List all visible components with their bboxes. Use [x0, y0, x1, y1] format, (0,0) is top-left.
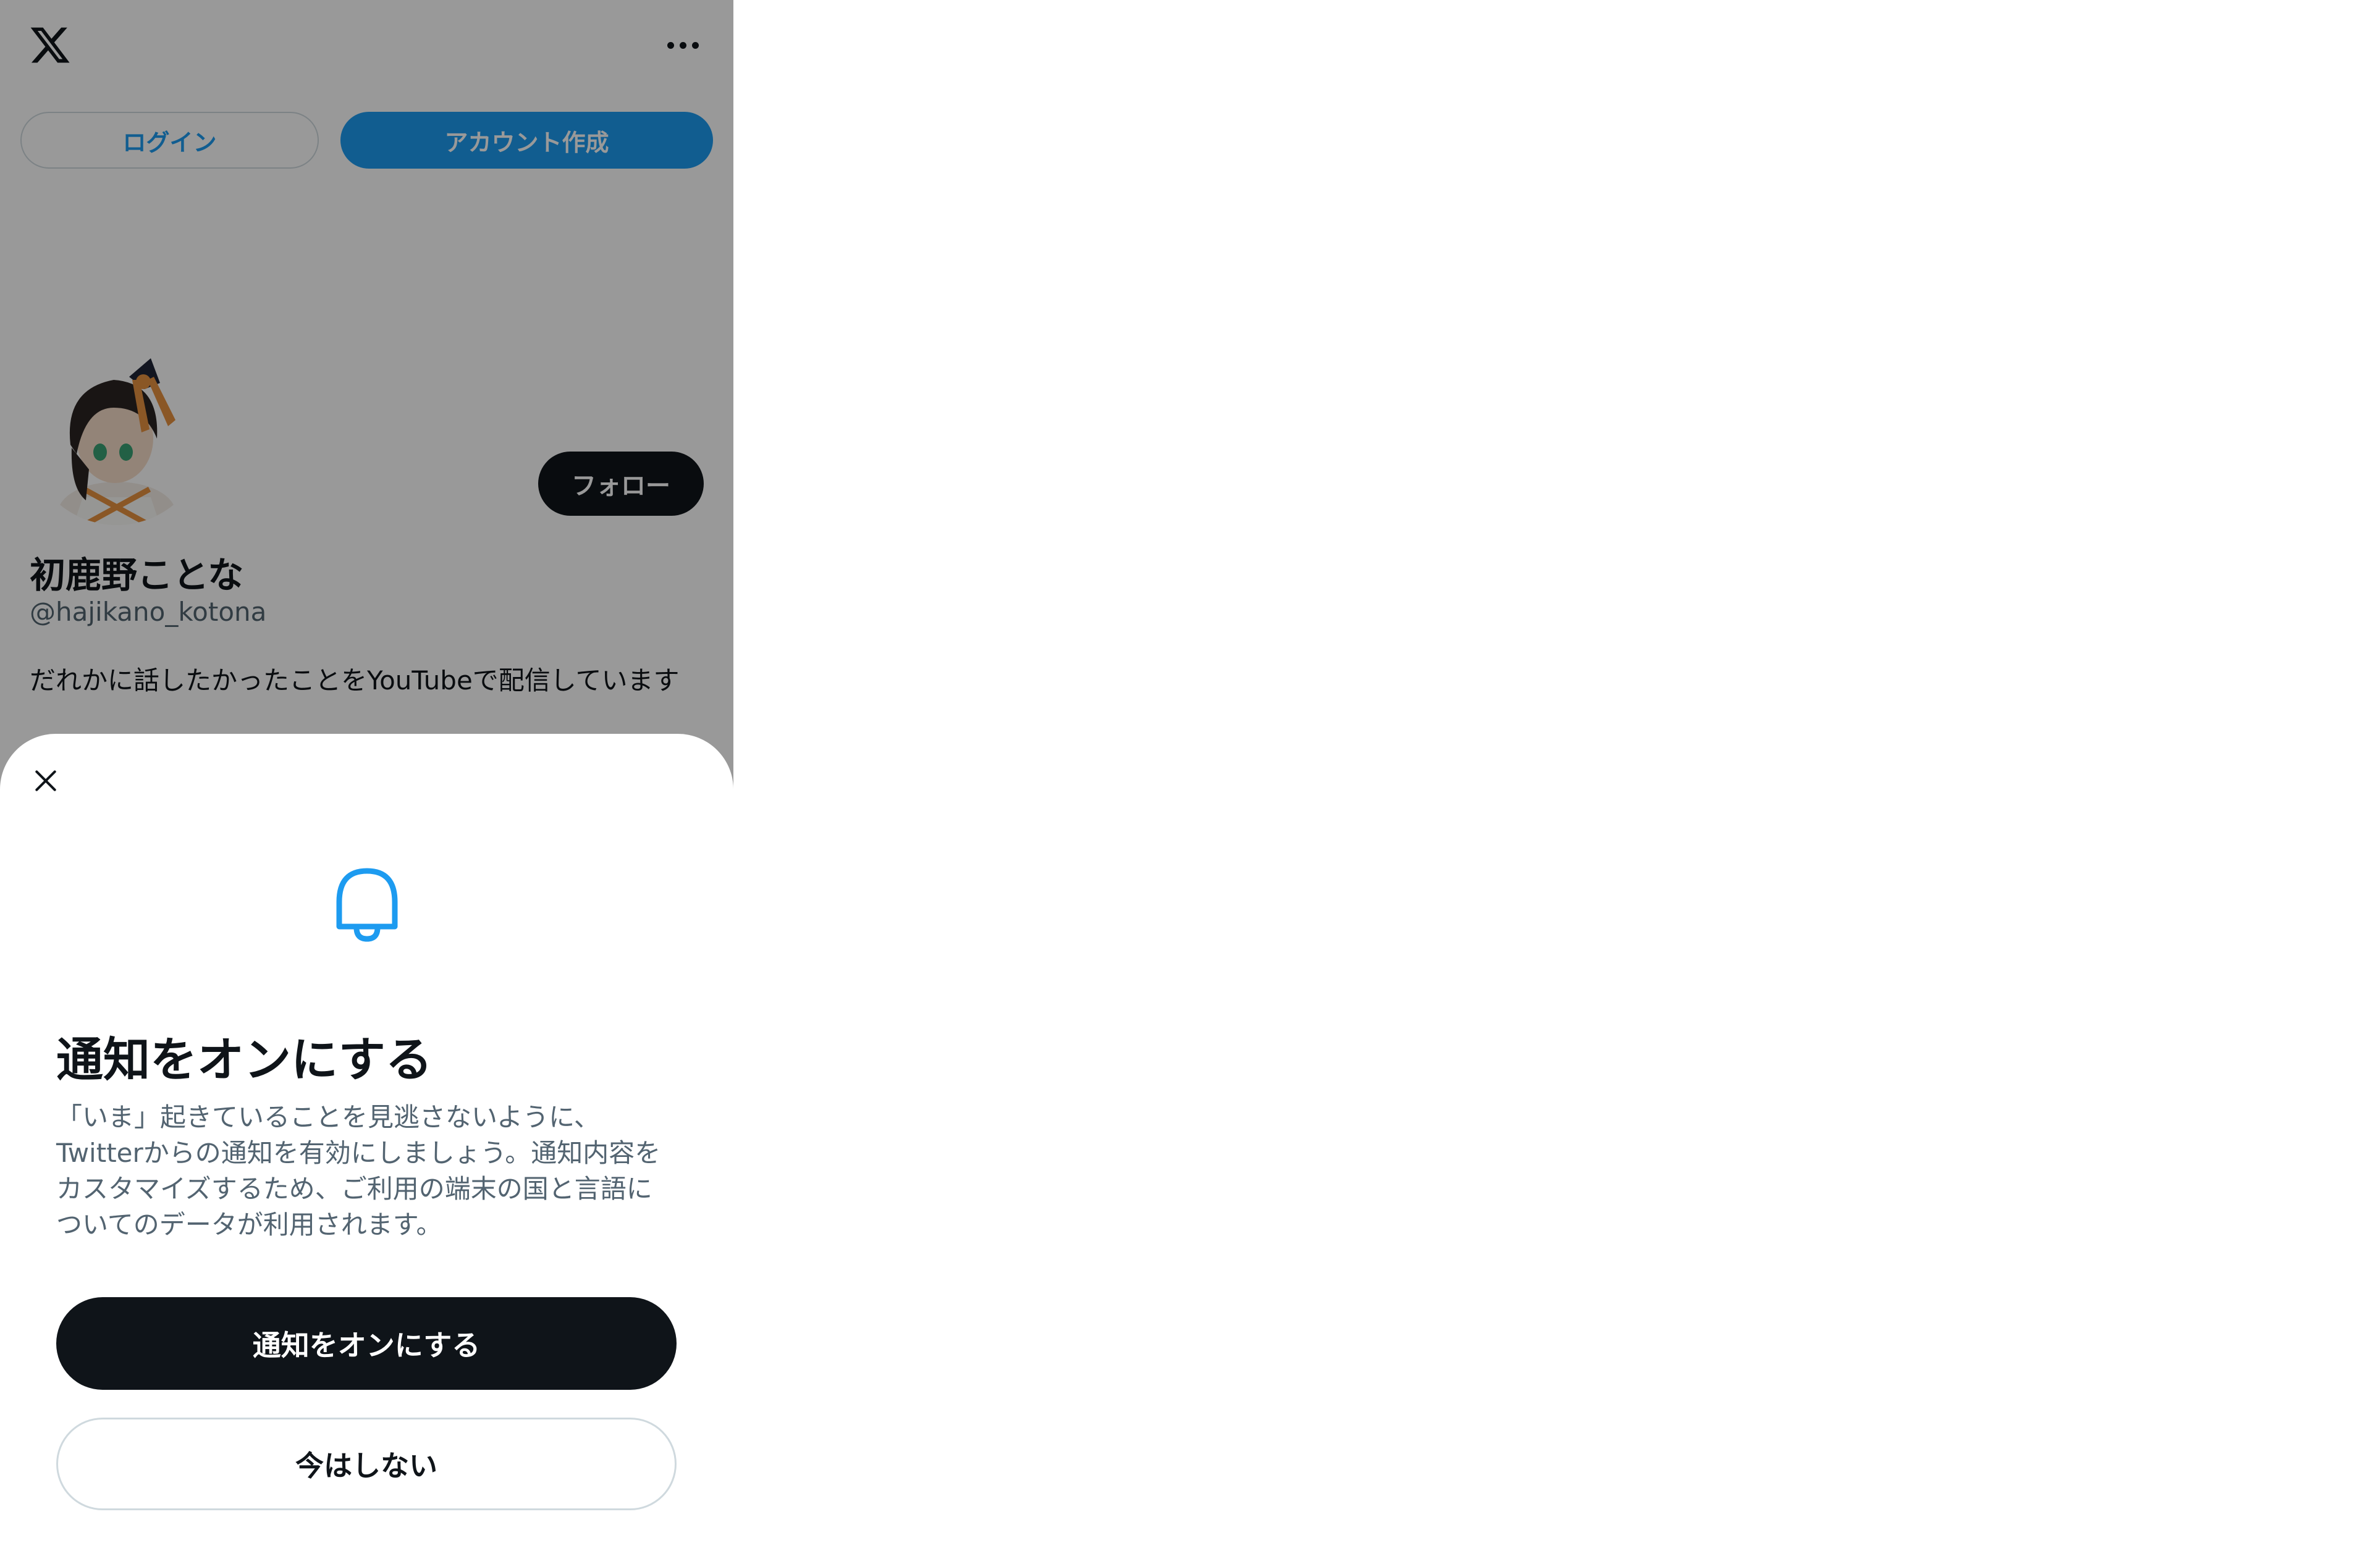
- notification-prompt-description: 「いま」起きていることを見逃さないように、 Twitterからの通知を有効にしま…: [56, 1099, 680, 1243]
- description-line: Twitterからの通知を有効にしましょう。通知内容を: [56, 1138, 661, 1168]
- notification-prompt-sheet: 通知をオンにする 「いま」起きていることを見逃さないように、 Twitterから…: [0, 734, 733, 1564]
- notification-prompt-title: 通知をオンにする: [56, 1032, 433, 1087]
- bell-icon: [331, 862, 403, 943]
- description-line: 「いま」起きていることを見逃さないように、: [56, 1102, 600, 1132]
- enable-notifications-button[interactable]: 通知をオンにする: [56, 1297, 677, 1390]
- close-icon[interactable]: [27, 762, 64, 799]
- description-line: カスタマイズするため、ご利用の端末の国と言語に: [56, 1174, 652, 1204]
- app-root: ログイン アカウント作成 フォロー 初鹿野ことな @hajikano_koton…: [0, 0, 2380, 1564]
- not-now-button[interactable]: 今はしない: [56, 1418, 677, 1510]
- mobile-viewport: ログイン アカウント作成 フォロー 初鹿野ことな @hajikano_koton…: [0, 0, 733, 1564]
- description-line: ついてのデータが利用されます。: [56, 1209, 442, 1240]
